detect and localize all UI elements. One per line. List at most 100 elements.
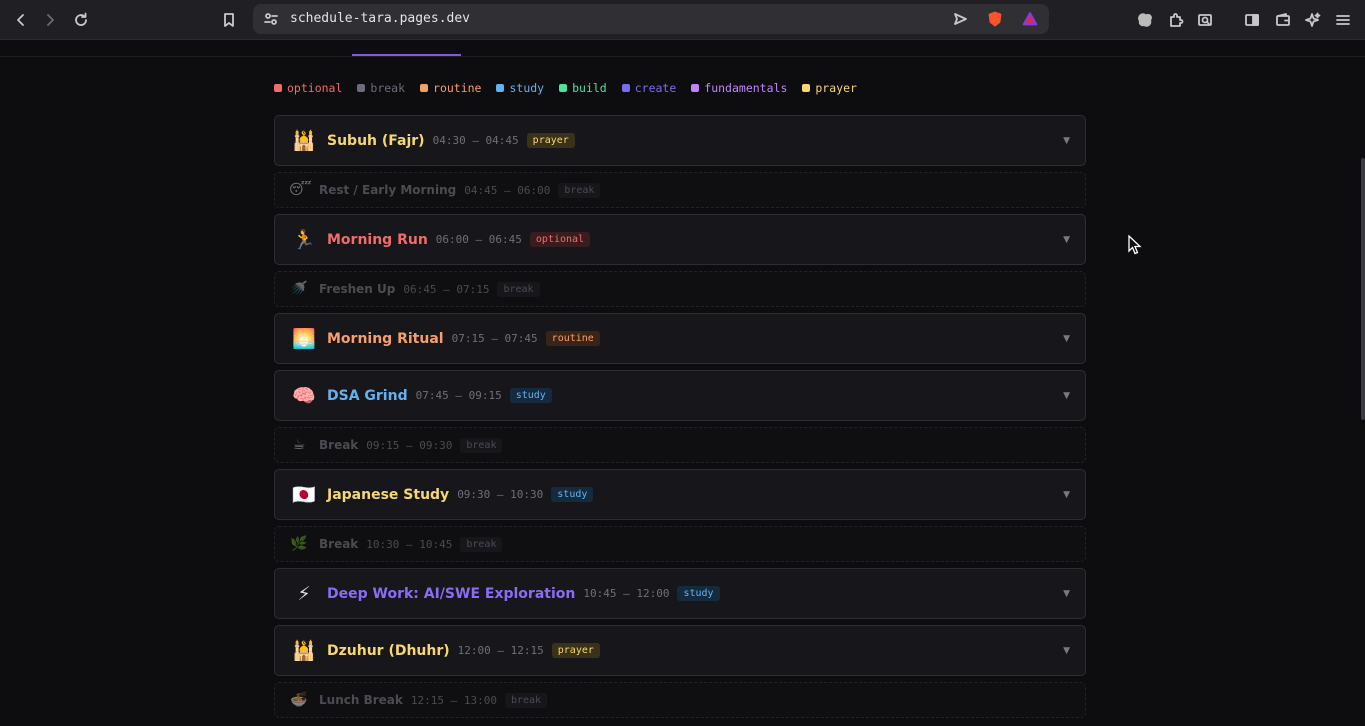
activity-emoji-icon: 🌅 [292, 328, 316, 350]
category-tag: routine [545, 331, 600, 346]
activity-title: Morning Run [327, 231, 428, 248]
expand-chevron-icon[interactable]: ▼ [1063, 235, 1070, 245]
reload-icon[interactable] [70, 9, 92, 31]
legend-label: create [634, 81, 677, 95]
expand-chevron-icon[interactable]: ▼ [1063, 646, 1070, 656]
time-range: 10:45 – 12:00 [583, 587, 670, 600]
time-range: 12:00 – 12:15 [457, 644, 544, 657]
activity-title: Deep Work: AI/SWE Exploration [327, 585, 576, 602]
address-bar[interactable]: schedule-tara.pages.dev [253, 4, 1049, 34]
forward-icon[interactable] [39, 9, 61, 31]
back-icon[interactable] [10, 9, 32, 31]
site-settings-icon[interactable] [260, 8, 282, 30]
legend-dot [691, 84, 700, 92]
legend-dot [559, 84, 568, 92]
legend-item-study: study [496, 81, 544, 95]
url-text: schedule-tara.pages.dev [290, 11, 471, 26]
category-tag: break [558, 182, 601, 198]
activity-title: Rest / Early Morning [319, 183, 457, 197]
schedule-block[interactable]: 🏃 Morning Run 06:00 – 06:45 optional ▼ [274, 214, 1086, 265]
schedule-block[interactable]: 🧠 DSA Grind 07:45 – 09:15 study ▼ [274, 370, 1086, 421]
activity-emoji-icon: 🧠 [292, 385, 316, 407]
expand-chevron-icon[interactable]: ▼ [1063, 589, 1070, 599]
ai-sparkle-icon[interactable] [1302, 9, 1324, 31]
legend-item-create: create [621, 81, 677, 95]
category-tag: break [497, 281, 540, 297]
activity-emoji-icon: 🏃 [292, 229, 316, 251]
activity-title: DSA Grind [327, 387, 408, 404]
schedule-list: 🕌 Subuh (Fajr) 04:30 – 04:45 prayer ▼ 😴 Rest /… [274, 115, 1086, 724]
time-range: 10:30 – 10:45 [366, 537, 453, 551]
time-range: 06:45 – 07:15 [403, 282, 490, 296]
legend-dot [420, 84, 429, 92]
category-tag: optional [529, 232, 591, 247]
schedule-block[interactable]: 🌅 Morning Ritual 07:15 – 07:45 routine ▼ [274, 313, 1086, 364]
legend-item-routine: routine [420, 81, 481, 95]
activity-title: Break [319, 537, 359, 551]
category-tag: study [677, 586, 720, 601]
time-range: 09:30 – 10:30 [457, 488, 544, 501]
site-nav-bar [0, 40, 1365, 57]
active-tab-indicator [352, 54, 461, 56]
legend-item-build: build [559, 81, 607, 95]
time-range: 06:00 – 06:45 [435, 233, 522, 246]
legend-item-break: break [357, 81, 405, 95]
category-tag: prayer [526, 133, 575, 148]
legend-dot [621, 84, 630, 92]
bookmark-icon[interactable] [218, 9, 240, 31]
activity-title: Dzuhur (Dhuhr) [327, 642, 450, 659]
category-tag: break [504, 692, 548, 708]
activity-emoji-icon: 🚿 [290, 281, 308, 297]
category-tag: study [509, 388, 552, 403]
menu-icon[interactable] [1332, 9, 1354, 31]
wallet-icon[interactable] [1272, 9, 1294, 31]
category-tag: study [551, 487, 594, 502]
share-icon[interactable] [949, 8, 971, 30]
brave-rewards-icon[interactable] [1019, 8, 1041, 30]
expand-chevron-icon[interactable]: ▼ [1063, 490, 1070, 500]
sidebar-icon[interactable] [1241, 9, 1263, 31]
legend-label: break [370, 81, 406, 95]
category-tag: prayer [551, 643, 600, 658]
activity-emoji-icon: 😴 [289, 182, 312, 198]
brave-shields-icon[interactable] [984, 8, 1006, 30]
extensions-icon[interactable] [1165, 9, 1187, 31]
activity-emoji-icon: 🍜 [290, 692, 308, 708]
expand-chevron-icon[interactable]: ▼ [1063, 136, 1070, 146]
time-range: 12:15 – 13:00 [410, 693, 497, 707]
scrollbar-thumb[interactable] [1361, 158, 1365, 420]
time-range: 09:15 – 09:30 [366, 438, 453, 452]
leo-icon[interactable] [1134, 9, 1156, 31]
mouse-cursor-icon [1128, 235, 1142, 255]
time-range: 04:45 – 06:00 [464, 183, 551, 197]
expand-chevron-icon[interactable]: ▼ [1063, 391, 1070, 401]
time-range: 07:15 – 07:45 [451, 332, 538, 345]
category-legend: optional break routine study build create fund… [274, 81, 872, 95]
activity-title: Freshen Up [319, 282, 396, 296]
break-row: ☕ Break 09:15 – 09:30 break [274, 427, 1086, 463]
legend-dot [274, 84, 282, 92]
break-row: 🌿 Break 10:30 – 10:45 break [274, 526, 1086, 562]
legend-label: optional [287, 81, 343, 95]
activity-title: Subuh (Fajr) [327, 132, 425, 149]
schedule-block[interactable]: 🕌 Dzuhur (Dhuhr) 12:00 – 12:15 prayer ▼ [274, 625, 1086, 676]
break-row: 🍜 Lunch Break 12:15 – 13:00 break [274, 682, 1086, 718]
legend-dot [496, 84, 505, 92]
legend-label: study [509, 81, 545, 95]
reader-mode-icon[interactable] [1194, 9, 1216, 31]
legend-label: fundamentals [704, 81, 788, 95]
activity-title: Break [319, 438, 359, 452]
legend-item-optional: optional [274, 81, 342, 95]
break-row: 😴 Rest / Early Morning 04:45 – 06:00 break [274, 172, 1086, 208]
legend-item-fundamentals: fundamentals [691, 81, 787, 95]
browser-toolbar: schedule-tara.pages.dev [0, 0, 1365, 40]
schedule-block[interactable]: 🕌 Subuh (Fajr) 04:30 – 04:45 prayer ▼ [274, 115, 1086, 166]
expand-chevron-icon[interactable]: ▼ [1063, 334, 1070, 344]
legend-label: routine [433, 81, 482, 95]
activity-emoji-icon: ☕ [292, 437, 306, 453]
schedule-block[interactable]: 🇯🇵 Japanese Study 09:30 – 10:30 study ▼ [274, 469, 1086, 520]
time-range: 04:30 – 04:45 [432, 134, 519, 147]
category-tag: break [460, 437, 503, 453]
schedule-block[interactable]: ⚡ Deep Work: AI/SWE Exploration 10:45 – 12… [274, 568, 1086, 619]
break-row: 🚿 Freshen Up 06:45 – 07:15 break [274, 271, 1086, 307]
